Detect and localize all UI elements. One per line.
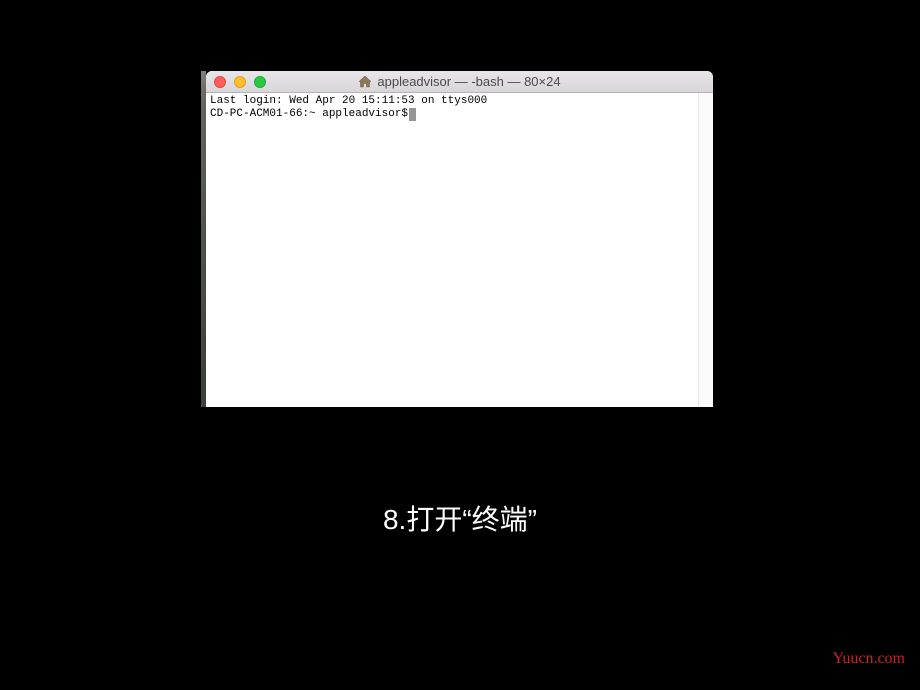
terminal-body[interactable]: Last login: Wed Apr 20 15:11:53 on ttys0… xyxy=(206,93,713,407)
terminal-output-line: Last login: Wed Apr 20 15:11:53 on ttys0… xyxy=(210,95,709,108)
close-button[interactable] xyxy=(214,76,226,88)
traffic-lights xyxy=(206,76,266,88)
terminal-cursor xyxy=(409,108,416,121)
window-titlebar[interactable]: appleadvisor — -bash — 80×24 xyxy=(206,71,713,93)
scrollbar[interactable] xyxy=(698,93,713,407)
title-content: appleadvisor — -bash — 80×24 xyxy=(206,74,713,89)
watermark: Yuucn.com xyxy=(833,650,905,668)
slide-caption: 8.打开“终端” xyxy=(0,498,920,538)
maximize-button[interactable] xyxy=(254,76,266,88)
window-title: appleadvisor — -bash — 80×24 xyxy=(377,74,560,89)
terminal-window: appleadvisor — -bash — 80×24 Last login:… xyxy=(206,71,713,407)
minimize-button[interactable] xyxy=(234,76,246,88)
terminal-prompt: CD-PC-ACM01-66:~ appleadvisor$ xyxy=(210,108,408,121)
home-icon xyxy=(358,76,372,88)
terminal-prompt-line: CD-PC-ACM01-66:~ appleadvisor$ xyxy=(210,108,709,121)
